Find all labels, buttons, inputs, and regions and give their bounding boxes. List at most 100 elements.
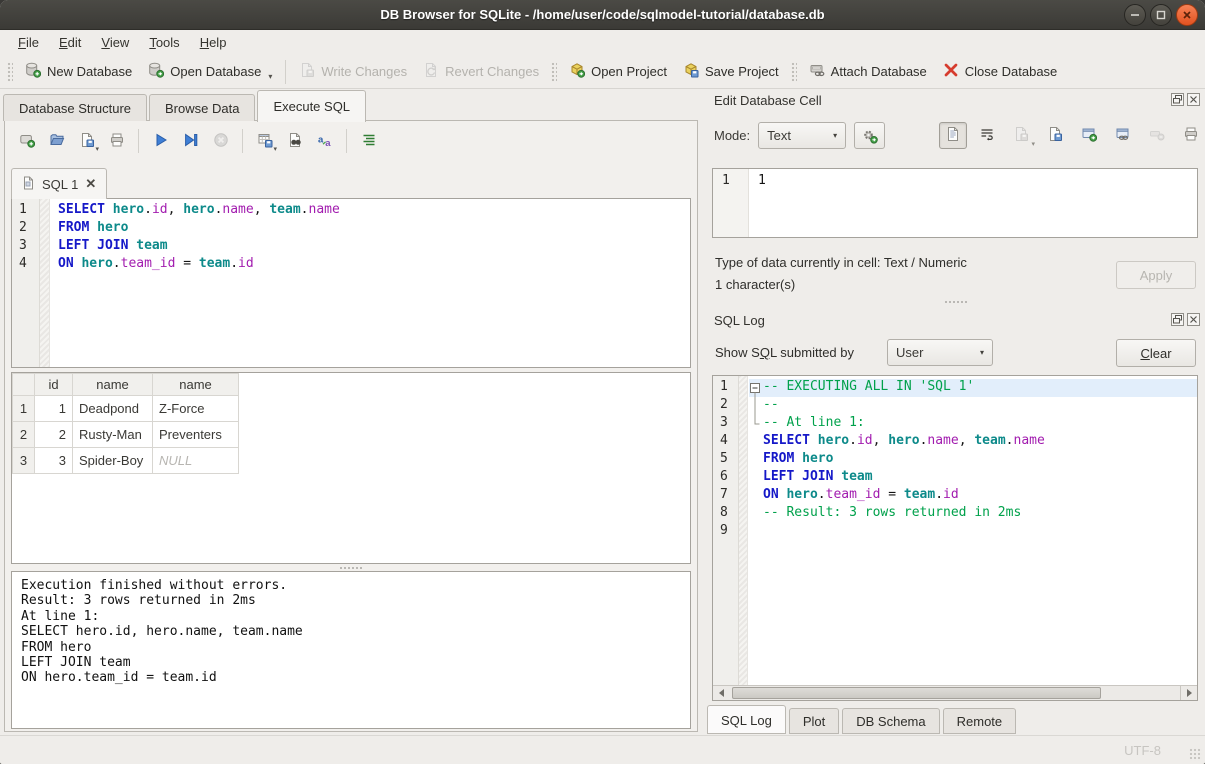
dock-tab-db-schema[interactable]: DB Schema <box>842 708 939 734</box>
resize-grip-icon[interactable] <box>1189 748 1202 761</box>
toolbar-handle[interactable] <box>551 62 557 82</box>
close-database-button[interactable]: Close Database <box>935 57 1066 86</box>
line-number: 4 <box>12 256 39 274</box>
open-project-button[interactable]: Open Project <box>561 57 675 86</box>
execute-all-icon[interactable] <box>147 129 174 153</box>
float-panel-icon[interactable] <box>1171 93 1184 106</box>
column-header-id-0[interactable]: id <box>35 374 73 396</box>
indent-icon[interactable] <box>355 129 382 153</box>
text-mode-icon[interactable] <box>939 122 967 149</box>
menu-item-view[interactable]: View <box>91 32 139 54</box>
close-tab-icon[interactable]: ✕ <box>85 176 96 192</box>
submitted-by-value: User <box>896 345 923 360</box>
tab-execute-sql[interactable]: Execute SQL <box>257 90 366 122</box>
auto-switch-mode-button[interactable] <box>854 122 885 149</box>
table-cell[interactable]: Rusty-Man <box>73 422 153 448</box>
print-icon[interactable] <box>103 129 130 153</box>
dock-tab-remote[interactable]: Remote <box>943 708 1017 734</box>
message-line: Execution finished without errors. <box>21 578 681 593</box>
apply-button[interactable]: Apply <box>1116 261 1196 289</box>
format-sql-icon[interactable]: aa <box>311 129 338 153</box>
table-cell[interactable]: 2 <box>35 422 73 448</box>
sql-file-tab[interactable]: SQL 1 ✕ <box>11 168 107 199</box>
horizontal-scrollbar[interactable] <box>713 685 1197 700</box>
left-pane: Database StructureBrowse DataExecute SQL… <box>0 89 704 735</box>
column-header-name-2[interactable]: name <box>153 374 239 396</box>
table-cell[interactable]: 1 <box>35 396 73 422</box>
menu-item-edit[interactable]: Edit <box>49 32 91 54</box>
table-corner-header[interactable] <box>13 374 35 396</box>
chevron-down-icon[interactable]: ▾ <box>95 145 99 153</box>
execute-current-line-icon[interactable] <box>177 129 204 153</box>
cell-editor[interactable]: 1 1 <box>712 168 1198 238</box>
chevron-down-icon[interactable]: ▾ <box>273 145 277 153</box>
scrollbar-thumb[interactable] <box>732 687 1101 699</box>
find-icon[interactable] <box>281 129 308 153</box>
table-row[interactable]: 33Spider-BoyNULL <box>13 448 239 474</box>
tab-browse-data[interactable]: Browse Data <box>149 94 255 121</box>
chevron-down-icon[interactable]: ▾ <box>268 72 272 81</box>
menu-item-file[interactable]: File <box>8 32 49 54</box>
row-header[interactable]: 3 <box>13 448 35 474</box>
menu-item-help[interactable]: Help <box>190 32 237 54</box>
line-number: 5 <box>713 451 738 466</box>
row-header[interactable]: 2 <box>13 422 35 448</box>
chevron-down-icon: ▾ <box>1031 140 1035 148</box>
table-cell[interactable]: Spider-Boy <box>73 448 153 474</box>
table-row[interactable]: 11DeadpondZ-Force <box>13 396 239 422</box>
export-cell-icon <box>1081 126 1097 145</box>
close-panel-icon[interactable] <box>1187 313 1200 326</box>
cell-content[interactable]: 1 <box>749 169 1197 237</box>
table-cell[interactable]: NULL <box>153 448 239 474</box>
open-sql-file-icon[interactable] <box>43 129 70 153</box>
save-as-icon[interactable] <box>1041 122 1069 149</box>
clear-button[interactable]: Clear <box>1116 339 1196 367</box>
open-url-icon[interactable] <box>1109 122 1137 149</box>
word-wrap-icon[interactable] <box>973 122 1001 149</box>
menu-item-tools[interactable]: Tools <box>139 32 189 54</box>
close-panel-icon[interactable] <box>1187 93 1200 106</box>
tab-database-structure[interactable]: Database Structure <box>3 94 147 121</box>
save-project-button[interactable]: Save Project <box>675 57 787 86</box>
float-panel-icon[interactable] <box>1171 313 1184 326</box>
toolbar-handle[interactable] <box>791 62 797 82</box>
open-database-button[interactable]: Open Database▾ <box>140 57 280 86</box>
toolbar-handle[interactable] <box>7 62 13 82</box>
submitted-by-select[interactable]: User ▾ <box>887 339 993 366</box>
column-header-name-1[interactable]: name <box>73 374 153 396</box>
table-cell[interactable]: Preventers <box>153 422 239 448</box>
line-number: 1 <box>12 202 39 220</box>
row-header[interactable]: 1 <box>13 396 35 422</box>
sql-file-icon <box>22 176 35 193</box>
sql-log-view[interactable]: 1-- EXECUTING ALL IN 'SQL 1'2--3-- At li… <box>712 375 1198 701</box>
scroll-right-icon[interactable] <box>1180 686 1197 700</box>
dock-tab-sql-log[interactable]: SQL Log <box>707 705 786 734</box>
table-row[interactable]: 22Rusty-ManPreventers <box>13 422 239 448</box>
new-sql-tab-icon[interactable] <box>13 129 40 153</box>
table-cell[interactable]: Z-Force <box>153 396 239 422</box>
print-icon[interactable] <box>1177 122 1205 149</box>
save-sql-file-icon[interactable]: ▾ <box>73 129 100 153</box>
scrollbar-track[interactable] <box>730 686 1180 700</box>
dock-tab-plot[interactable]: Plot <box>789 708 839 734</box>
titlebar[interactable]: DB Browser for SQLite - /home/user/code/… <box>0 0 1205 30</box>
results-table[interactable]: idnamename11DeadpondZ-Force22Rusty-ManPr… <box>12 373 239 474</box>
close-icon[interactable] <box>1176 4 1198 26</box>
mode-select[interactable]: Text ▾ <box>758 122 846 149</box>
collapse-icon[interactable] <box>750 379 760 397</box>
scroll-left-icon[interactable] <box>713 686 730 700</box>
sql-editor[interactable]: 1234 SELECT hero.id, hero.name, team.nam… <box>11 198 691 368</box>
message-line: LEFT JOIN team <box>21 655 681 670</box>
table-cell[interactable]: Deadpond <box>73 396 153 422</box>
table-cell[interactable]: 3 <box>35 448 73 474</box>
sql-code-area[interactable]: SELECT hero.id, hero.name, team.nameFROM… <box>50 199 690 367</box>
splitter-handle[interactable] <box>11 564 691 571</box>
save-results-icon[interactable]: ▾ <box>251 129 278 153</box>
maximize-icon[interactable] <box>1150 4 1172 26</box>
minimize-icon[interactable] <box>1124 4 1146 26</box>
new-database-button[interactable]: New Database <box>17 57 140 86</box>
sql-log-window-controls <box>1171 313 1200 326</box>
splitter-handle[interactable] <box>706 301 1205 303</box>
attach-database-button[interactable]: Attach Database <box>801 57 935 86</box>
export-cell-icon[interactable] <box>1075 122 1103 149</box>
